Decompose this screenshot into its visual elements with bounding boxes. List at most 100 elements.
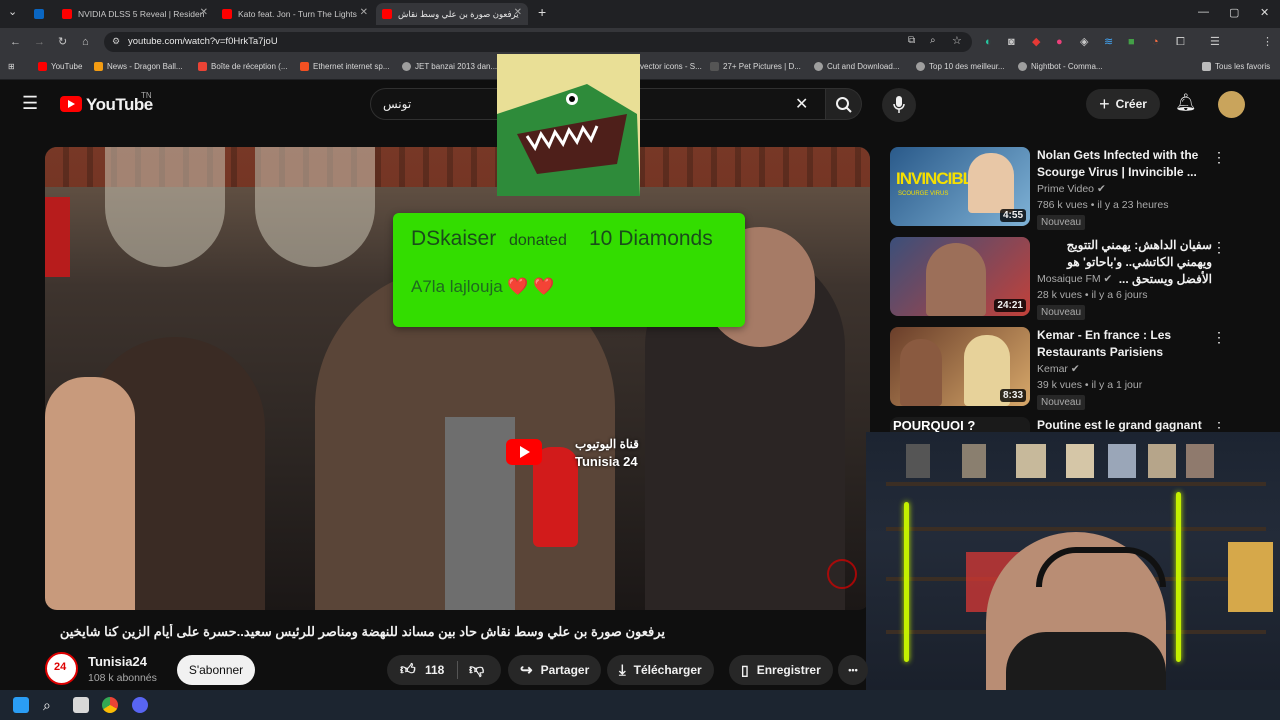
channel-name[interactable]: Tunisia24 (88, 654, 147, 669)
share-button[interactable]: ↪ Partager (508, 655, 602, 685)
tab-nvidia[interactable]: NVIDIA DLSS 5 Reveal | Residen ✕ (56, 3, 214, 25)
bookmark-item[interactable]: News - Dragon Ball... (94, 62, 183, 71)
extensions-puzzle-icon[interactable]: ⧠ (1176, 35, 1185, 49)
crocodile-sticker-icon (497, 54, 640, 196)
youtube-watermark-icon (506, 439, 542, 465)
like-count[interactable]: 118 (425, 663, 444, 677)
recommendation-channel[interactable]: Mosaique FM ✔︎ (1037, 273, 1112, 285)
all-bookmarks-folder[interactable]: Tous les favoris (1202, 62, 1270, 71)
extension-icon[interactable]: ◆ (1032, 35, 1040, 49)
bookmark-item[interactable]: Cut and Download... (814, 62, 900, 71)
apps-grid-icon[interactable]: ⊞ (8, 62, 15, 71)
thumb-figure (926, 243, 986, 316)
bookmark-star-icon[interactable]: ☆ (952, 34, 962, 47)
extension-icon[interactable]: ◙ (1008, 35, 1015, 49)
task-view-icon[interactable] (73, 697, 89, 713)
extension-icon[interactable]: ● (1056, 35, 1063, 49)
extension-icon[interactable]: ◔ (1152, 35, 1159, 49)
video-thumbnail[interactable]: 24:21 (890, 237, 1030, 316)
pet-icon (710, 62, 719, 71)
create-button[interactable]: + Créer (1086, 89, 1160, 119)
discord-icon[interactable] (132, 697, 148, 713)
thumbs-up-icon[interactable]: 👍︎ (400, 661, 416, 679)
tab-search-icon[interactable]: ⌄ (8, 5, 17, 18)
recommendation-title[interactable]: Nolan Gets Infected with the Scourge Vir… (1037, 147, 1212, 181)
bookmark-item[interactable]: 27+ Pet Pictures | D... (710, 62, 801, 71)
headphones-icon (1036, 547, 1166, 587)
clear-search-icon[interactable]: ✕ (795, 94, 808, 114)
video-thumbnail[interactable]: 8:33 (890, 327, 1030, 406)
address-bar[interactable]: ⚙ youtube.com/watch?v=f0HrkTa7joU ⧉ ⌕ ☆ (104, 32, 972, 52)
more-options-icon[interactable]: ⋮ (1212, 419, 1226, 433)
recommendation-channel[interactable]: Prime Video ✔︎ (1037, 183, 1106, 195)
video-thumbnail[interactable]: INVINCIBLE SCOURGE VIRUS 4:55 (890, 147, 1030, 226)
voice-search-button[interactable] (882, 88, 916, 122)
download-button[interactable]: ⤓ Télécharger (607, 655, 714, 685)
chrome-icon[interactable] (102, 697, 118, 713)
bookmark-item[interactable]: JET banzai 2013 dan... (402, 62, 497, 71)
new-tab-button[interactable]: + (538, 4, 546, 20)
site-info-icon[interactable]: ⚙ (112, 36, 120, 47)
minimize-button[interactable]: — (1198, 6, 1209, 18)
collectible-box (1148, 444, 1176, 478)
channel-avatar[interactable]: 24 (45, 652, 78, 685)
install-icon[interactable]: ⧉ (908, 35, 915, 46)
streamer-shirt (1006, 632, 1166, 690)
forward-arrow-icon[interactable]: → (34, 35, 45, 49)
more-options-icon[interactable]: ⋮ (1212, 149, 1226, 166)
more-actions-button[interactable]: ••• (838, 655, 868, 685)
search-button[interactable] (826, 88, 862, 120)
menu-dots-icon[interactable]: ⋮ (1262, 35, 1273, 49)
recommendation-title[interactable]: Kemar - En france : Les Restaurants Pari… (1037, 327, 1212, 361)
recommendation-item[interactable]: POURQUOI ? Poutine est le grand gagnant … (890, 417, 1260, 433)
extension-icon[interactable]: ■ (1128, 35, 1135, 49)
tab-kato[interactable]: Kato feat. Jon - Turn The Lights ✕ (216, 3, 374, 25)
subscribe-button[interactable]: S'abonner (177, 655, 255, 685)
watermark-channel: Tunisia 24 (575, 454, 638, 469)
account-avatar[interactable] (1218, 91, 1245, 118)
folder-icon (1202, 62, 1211, 71)
extension-icon[interactable]: ◐ (985, 35, 992, 49)
extension-icon[interactable]: ≋ (1104, 35, 1113, 49)
channel-logo-watermark (827, 559, 857, 589)
bookmark-item[interactable]: YouTube (38, 62, 82, 71)
home-icon[interactable]: ⌂ (82, 35, 89, 49)
bookmark-item[interactable]: Boîte de réception (... (198, 62, 288, 71)
close-window-button[interactable]: ✕ (1260, 6, 1269, 19)
close-icon[interactable]: ✕ (360, 7, 368, 18)
more-options-icon[interactable]: ⋮ (1212, 329, 1226, 346)
recommendation-channel[interactable]: Kemar ✔︎ (1037, 363, 1080, 375)
collectible-box (962, 444, 986, 478)
thumbs-down-icon[interactable]: 👎︎ (469, 661, 484, 679)
market-arch (255, 147, 375, 267)
recommendation-item[interactable]: 8:33 Kemar - En france : Les Restaurants… (890, 327, 1260, 410)
zoom-icon[interactable]: ⌕ (930, 35, 936, 46)
save-button[interactable]: ▯ Enregistrer (729, 655, 833, 685)
recommendation-title[interactable]: Poutine est le grand gagnant de (1037, 417, 1212, 433)
windows-start-icon[interactable] (13, 697, 29, 713)
bookmark-item[interactable]: vector icons - S... (640, 62, 702, 71)
like-dislike-group: 👍︎ 118 👎︎ (387, 655, 501, 685)
reload-icon[interactable]: ↻ (58, 35, 67, 49)
recommendation-item[interactable]: 24:21 سفيان الداهش: يهمني التتويج ويهمني… (890, 237, 1260, 320)
extension-icon[interactable]: ◈ (1080, 35, 1088, 49)
close-icon[interactable]: ✕ (200, 7, 208, 18)
bookmark-item[interactable]: Top 10 des meilleur... (916, 62, 1005, 71)
reading-list-icon[interactable]: ☰ (1210, 35, 1220, 49)
market-arch (105, 147, 225, 267)
bookmark-item[interactable]: Nightbot - Comma... (1018, 62, 1103, 71)
notifications-bell-icon[interactable]: 🔔︎ (1175, 93, 1197, 113)
maximize-button[interactable]: ▢ (1229, 6, 1239, 19)
bookmark-item[interactable]: Ethernet internet sp... (300, 62, 390, 71)
search-icon[interactable]: ⌕ (43, 697, 59, 713)
video-thumbnail[interactable]: POURQUOI ? (890, 417, 1030, 433)
hamburger-menu-icon[interactable]: ☰ (22, 93, 38, 114)
recommendation-item[interactable]: INVINCIBLE SCOURGE VIRUS 4:55 Nolan Gets… (890, 147, 1260, 230)
tab-active-video[interactable]: يرفعون صورة بن علي وسط نقاش ✕ (376, 3, 528, 25)
youtube-logo-icon[interactable] (60, 96, 82, 112)
duration-badge: 4:55 (999, 209, 1026, 222)
more-options-icon[interactable]: ⋮ (1212, 239, 1226, 256)
close-icon[interactable]: ✕ (514, 7, 522, 18)
back-arrow-icon[interactable]: ← (10, 35, 21, 49)
tab-linkedin[interactable] (28, 3, 52, 25)
